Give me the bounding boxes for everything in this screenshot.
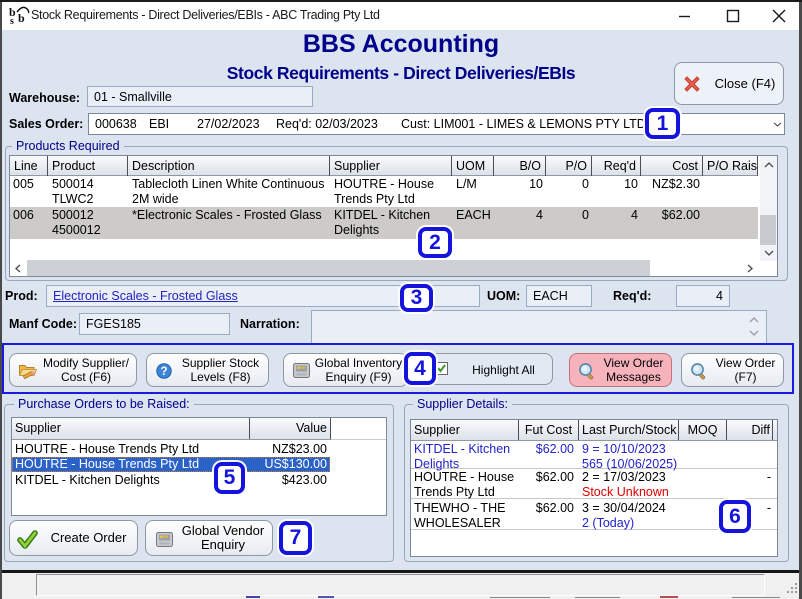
svg-text:b: b (18, 11, 25, 25)
svg-text:?: ? (160, 366, 167, 378)
svg-text:s: s (10, 16, 14, 25)
